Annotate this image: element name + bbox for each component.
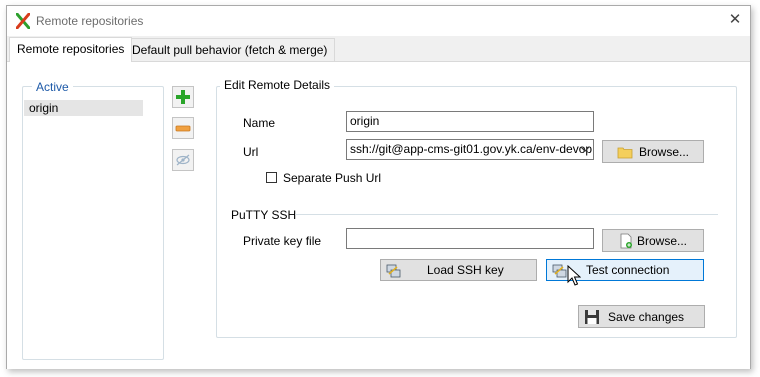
private-key-input[interactable] (346, 228, 594, 249)
browse-key-button[interactable]: Browse... (602, 229, 704, 252)
folder-icon (617, 147, 633, 158)
close-icon[interactable]: ✕ (727, 12, 743, 28)
window-title: Remote repositories (36, 14, 144, 28)
remote-repositories-dialog: Remote repositories ✕ Remote repositorie… (6, 5, 751, 369)
browse-url-label: Browse... (638, 144, 689, 159)
toggle-remote-button[interactable] (172, 149, 194, 171)
putty-icon (552, 264, 567, 278)
name-input[interactable]: origin (346, 111, 594, 132)
active-legend: Active (32, 80, 73, 94)
remote-repositories-pane: Active origin Edit Remote Details Name o… (7, 61, 750, 369)
new-file-icon (620, 233, 632, 248)
save-changes-label: Save changes (608, 310, 685, 324)
load-ssh-key-button[interactable]: Load SSH key (380, 259, 537, 281)
putty-divider (295, 214, 718, 215)
putty-ssh-heading: PuTTY SSH (231, 208, 297, 222)
test-connection-label: Test connection (586, 263, 670, 277)
disable-remote-icon (176, 154, 190, 166)
tab-remote-repositories[interactable]: Remote repositories (9, 37, 133, 62)
url-label: Url (243, 145, 259, 159)
url-combobox[interactable]: ssh://git@app-cms-git01.gov.yk.ca/env-de… (346, 139, 594, 160)
save-changes-button[interactable]: Save changes (578, 305, 705, 328)
name-label: Name (243, 116, 276, 130)
add-remote-button[interactable] (172, 86, 194, 108)
mouse-cursor-icon (567, 265, 581, 286)
list-item[interactable]: origin (24, 100, 143, 116)
git-extensions-x-icon (16, 13, 30, 29)
remove-remote-icon (175, 125, 191, 132)
separate-push-url-checkbox[interactable] (266, 172, 277, 183)
edit-remote-legend: Edit Remote Details (220, 78, 335, 92)
browse-key-label: Browse... (636, 233, 687, 248)
remotes-listbox[interactable]: origin (24, 98, 160, 356)
remote-name: origin (29, 101, 59, 115)
title-bar: Remote repositories ✕ (7, 6, 750, 36)
load-ssh-key-label: Load SSH key (427, 263, 504, 277)
tab-default-pull-behavior[interactable]: Default pull behavior (fetch & merge) (124, 38, 336, 61)
remove-remote-button[interactable] (172, 117, 194, 139)
chevron-down-icon[interactable] (580, 146, 590, 152)
add-remote-icon (176, 90, 190, 104)
browse-url-button[interactable]: Browse... (602, 140, 704, 163)
save-floppy-icon (585, 310, 599, 324)
url-value: ssh://git@app-cms-git01.gov.yk.ca/env-de… (350, 142, 593, 156)
putty-icon (386, 264, 401, 278)
private-key-label: Private key file (243, 234, 322, 248)
separate-push-url-label: Separate Push Url (283, 171, 382, 185)
